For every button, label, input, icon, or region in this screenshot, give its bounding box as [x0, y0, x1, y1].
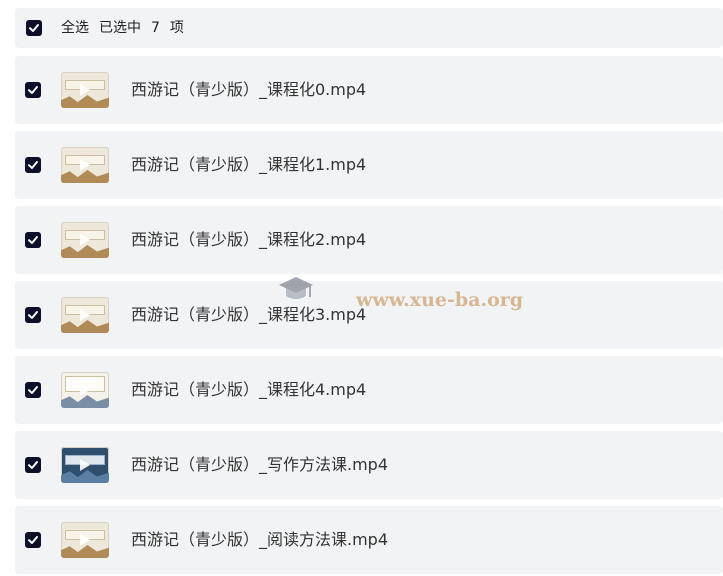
- selected-suffix: 项: [169, 20, 184, 36]
- file-name[interactable]: 西游记（青少版）_写作方法课.mp4: [131, 431, 388, 499]
- video-thumbnail[interactable]: [61, 522, 109, 558]
- check-icon: [28, 311, 38, 319]
- play-icon: [80, 234, 90, 246]
- file-name[interactable]: 西游记（青少版）_课程化3.mp4: [131, 281, 366, 349]
- file-name[interactable]: 西游记（青少版）_课程化0.mp4: [131, 56, 366, 124]
- video-thumbnail[interactable]: [61, 297, 109, 333]
- video-thumbnail[interactable]: [61, 147, 109, 183]
- file-row[interactable]: 西游记（青少版）_课程化2.mp4: [15, 206, 723, 274]
- file-checkbox[interactable]: [25, 382, 41, 398]
- check-icon: [28, 161, 38, 169]
- video-thumbnail[interactable]: [61, 372, 109, 408]
- file-checkbox[interactable]: [25, 157, 41, 173]
- file-name[interactable]: 西游记（青少版）_阅读方法课.mp4: [131, 506, 388, 574]
- file-checkbox[interactable]: [25, 82, 41, 98]
- video-thumbnail[interactable]: [61, 222, 109, 258]
- file-row[interactable]: 西游记（青少版）_课程化4.mp4: [15, 356, 723, 424]
- file-checkbox[interactable]: [25, 532, 41, 548]
- play-icon: [80, 534, 90, 546]
- file-checkbox[interactable]: [25, 232, 41, 248]
- check-icon: [28, 536, 38, 544]
- file-checkbox[interactable]: [25, 457, 41, 473]
- file-row[interactable]: 西游记（青少版）_阅读方法课.mp4: [15, 506, 723, 574]
- play-icon: [80, 309, 90, 321]
- select-all-checkbox[interactable]: [26, 20, 42, 36]
- play-icon: [80, 84, 90, 96]
- check-icon: [28, 461, 38, 469]
- selected-prefix: 已选中: [99, 20, 141, 36]
- file-row[interactable]: 西游记（青少版）_课程化1.mp4: [15, 131, 723, 199]
- select-all-label[interactable]: 全选: [61, 20, 89, 36]
- file-row[interactable]: 西游记（青少版）_课程化3.mp4: [15, 281, 723, 349]
- file-name[interactable]: 西游记（青少版）_课程化4.mp4: [131, 356, 366, 424]
- select-all-bar: 全选 已选中 7 项: [15, 8, 723, 48]
- check-icon: [28, 236, 38, 244]
- check-icon: [28, 86, 38, 94]
- file-row[interactable]: 西游记（青少版）_课程化0.mp4: [15, 56, 723, 124]
- video-thumbnail[interactable]: [61, 72, 109, 108]
- selected-count: 7: [151, 20, 160, 36]
- file-name[interactable]: 西游记（青少版）_课程化2.mp4: [131, 206, 366, 274]
- selection-summary: 全选 已选中 7 项: [61, 8, 194, 48]
- file-row[interactable]: 西游记（青少版）_写作方法课.mp4: [15, 431, 723, 499]
- check-icon: [29, 24, 39, 32]
- check-icon: [28, 386, 38, 394]
- file-name[interactable]: 西游记（青少版）_课程化1.mp4: [131, 131, 366, 199]
- play-icon: [80, 384, 90, 396]
- video-thumbnail[interactable]: [61, 447, 109, 483]
- file-checkbox[interactable]: [25, 307, 41, 323]
- play-icon: [80, 159, 90, 171]
- play-icon: [80, 459, 90, 471]
